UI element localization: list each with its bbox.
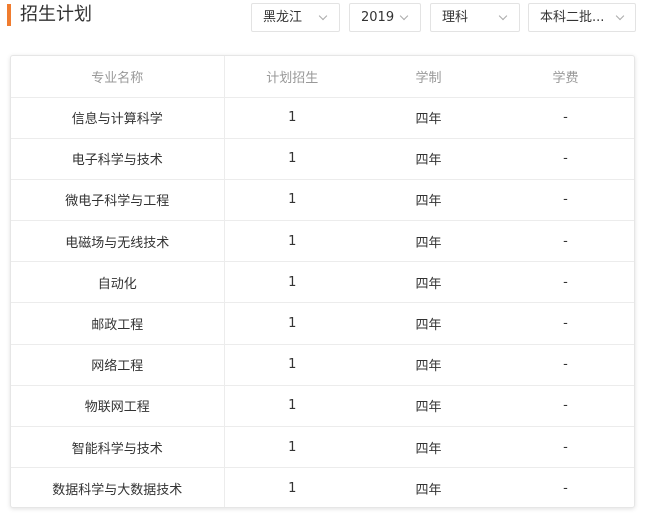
province-select[interactable]: 黑龙江 [251, 3, 340, 32]
fee-cell: - [497, 385, 634, 428]
table-row: 邮政工程 1 四年 - [11, 302, 634, 345]
subject-select-value: 理科 [442, 10, 469, 25]
major-cell: 邮政工程 [11, 302, 225, 345]
major-cell: 自动化 [11, 261, 225, 304]
major-cell: 微电子科学与工程 [11, 179, 225, 222]
admission-plan-table: 专业名称 计划招生 学制 学费 信息与计算科学 1 四年 - 电子科学与技术 1… [11, 56, 634, 507]
plan-cell: 1 [224, 220, 360, 263]
major-cell: 信息与计算科学 [11, 97, 225, 139]
batch-select[interactable]: 本科二批... [528, 3, 636, 32]
table-row: 网络工程 1 四年 - [11, 344, 634, 386]
duration-cell: 四年 [360, 385, 497, 428]
fee-cell: - [497, 179, 634, 222]
fee-cell: - [497, 138, 634, 180]
table-row: 电子科学与技术 1 四年 - [11, 138, 634, 180]
chevron-down-icon [399, 11, 409, 21]
column-header-duration: 学制 [360, 56, 497, 98]
duration-cell: 四年 [360, 179, 497, 222]
plan-cell: 1 [224, 179, 360, 222]
section-title: 招生计划 [20, 4, 92, 25]
table-header-row: 专业名称 计划招生 学制 学费 [11, 56, 634, 98]
fee-cell: - [563, 481, 568, 497]
duration-cell: 四年 [360, 302, 497, 345]
plan-cell: 1 [288, 481, 297, 497]
duration-cell: 四年 [415, 483, 442, 499]
plan-cell: 1 [224, 138, 360, 180]
fee-cell: - [497, 302, 634, 345]
column-header-fee: 学费 [497, 56, 634, 98]
duration-cell: 四年 [360, 426, 497, 469]
admission-plan-panel: 招生计划 黑龙江 2019 理科 本科二批... 专业名称 计划招生 学制 学费… [0, 0, 645, 515]
fee-cell: - [497, 344, 634, 386]
table-row: 微电子科学与工程 1 四年 - [11, 179, 634, 222]
year-select-value: 2019 [361, 10, 395, 25]
fee-cell: - [497, 426, 634, 469]
chevron-down-icon [318, 11, 328, 21]
batch-select-value: 本科二批... [540, 10, 605, 25]
major-cell: 网络工程 [11, 344, 225, 386]
major-cell: 电磁场与无线技术 [11, 220, 225, 263]
table-row: 电磁场与无线技术 1 四年 - [11, 220, 634, 263]
table-row: 物联网工程 1 四年 - [11, 385, 634, 428]
table-row: 信息与计算科学 1 四年 - [11, 97, 634, 139]
admission-plan-table-card: 专业名称 计划招生 学制 学费 信息与计算科学 1 四年 - 电子科学与技术 1… [10, 55, 635, 508]
title-accent-bar [7, 4, 11, 26]
table-row: 自动化 1 四年 - [11, 261, 634, 304]
fee-cell: - [497, 220, 634, 263]
major-cell: 物联网工程 [11, 385, 225, 428]
fee-cell: - [497, 97, 634, 139]
chevron-down-icon [498, 11, 508, 21]
year-select[interactable]: 2019 [349, 3, 421, 32]
table-row: 数据科学与大数据技术 1 四年 - [11, 467, 634, 507]
plan-cell: 1 [224, 261, 360, 304]
plan-cell: 1 [224, 97, 360, 139]
plan-cell: 1 [224, 344, 360, 386]
duration-cell: 四年 [360, 220, 497, 263]
duration-cell: 四年 [360, 97, 497, 139]
chevron-down-icon [615, 11, 625, 21]
subject-select[interactable]: 理科 [430, 3, 520, 32]
major-cell: 电子科学与技术 [11, 138, 225, 180]
duration-cell: 四年 [360, 138, 497, 180]
plan-cell: 1 [224, 385, 360, 428]
major-cell: 数据科学与大数据技术 [11, 467, 225, 507]
duration-cell: 四年 [360, 261, 497, 304]
plan-cell: 1 [224, 426, 360, 469]
fee-cell: - [497, 261, 634, 304]
plan-cell: 1 [224, 302, 360, 345]
table-row: 智能科学与技术 1 四年 - [11, 426, 634, 469]
column-header-plan: 计划招生 [224, 56, 360, 98]
province-select-value: 黑龙江 [263, 10, 303, 25]
major-cell: 智能科学与技术 [11, 426, 225, 469]
column-header-major: 专业名称 [11, 56, 225, 98]
duration-cell: 四年 [360, 344, 497, 386]
